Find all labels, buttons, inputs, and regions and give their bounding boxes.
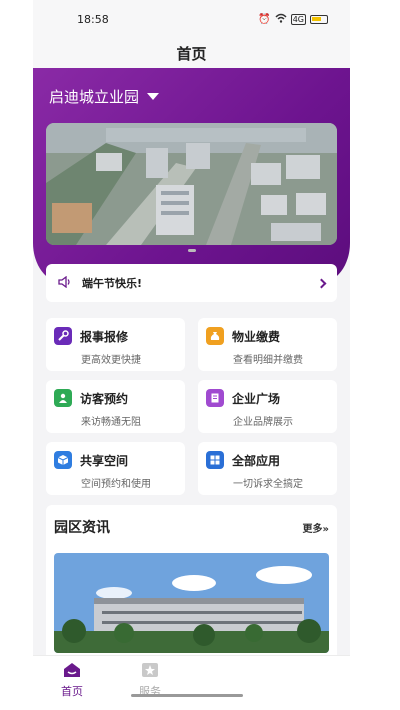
money-bag-icon bbox=[206, 327, 224, 345]
dropdown-triangle-icon[interactable] bbox=[147, 93, 160, 100]
tab-home[interactable]: 首页 bbox=[33, 656, 111, 710]
more-link[interactable]: 更多» bbox=[303, 520, 329, 535]
news-title: 园区资讯 bbox=[54, 520, 110, 536]
service-card-enterprise[interactable]: 企业广场 企业品牌展示 bbox=[198, 380, 337, 433]
service-grid: 报事报修 更高效更快捷 物业缴费 查看明细并缴费 访客预约 来访畅通无阻 企业广… bbox=[46, 318, 337, 495]
banner-pager bbox=[188, 249, 196, 252]
alarm-icon: ⏰ bbox=[258, 13, 271, 25]
status-time: 18:58 bbox=[77, 12, 109, 26]
star-icon bbox=[141, 662, 159, 681]
wifi-icon bbox=[275, 13, 287, 26]
visitor-icon bbox=[54, 389, 72, 407]
hero-section: 启迪城立业园 bbox=[33, 68, 350, 283]
notice-text: 端午节快乐! bbox=[82, 277, 143, 290]
service-card-fees[interactable]: 物业缴费 查看明细并缴费 bbox=[198, 318, 337, 371]
home-indicator bbox=[131, 694, 243, 697]
building-icon bbox=[206, 389, 224, 407]
service-title: 企业广场 bbox=[232, 391, 281, 406]
status-bar: 18:58 ⏰ 4G bbox=[33, 0, 350, 38]
news-section: 园区资讯 更多» bbox=[46, 505, 337, 665]
news-image[interactable] bbox=[54, 553, 329, 653]
notice-bar[interactable]: 端午节快乐! bbox=[46, 264, 337, 302]
service-card-visitor[interactable]: 访客预约 来访畅通无阻 bbox=[46, 380, 185, 433]
service-subtitle: 查看明细并缴费 bbox=[233, 355, 303, 366]
service-title: 报事报修 bbox=[80, 329, 129, 344]
speaker-icon bbox=[58, 275, 72, 291]
service-subtitle: 来访畅通无阻 bbox=[81, 417, 141, 428]
service-title: 物业缴费 bbox=[232, 329, 281, 344]
park-name: 启迪城立业园 bbox=[49, 88, 140, 106]
network-label: 4G bbox=[290, 13, 306, 25]
service-subtitle: 企业品牌展示 bbox=[233, 417, 293, 428]
home-icon bbox=[63, 662, 81, 681]
park-selector[interactable]: 启迪城立业园 bbox=[49, 86, 160, 107]
service-subtitle: 空间预约和使用 bbox=[81, 479, 151, 490]
service-card-repair[interactable]: 报事报修 更高效更快捷 bbox=[46, 318, 185, 371]
service-card-space[interactable]: 共享空间 空间预约和使用 bbox=[46, 442, 185, 495]
grid-icon bbox=[206, 451, 224, 469]
tab-bar: 首页 服务 bbox=[33, 655, 350, 710]
service-subtitle: 更高效更快捷 bbox=[81, 355, 141, 366]
battery-icon bbox=[310, 14, 328, 24]
cube-icon bbox=[54, 451, 72, 469]
tab-label: 首页 bbox=[61, 685, 83, 698]
tab-services[interactable]: 服务 bbox=[111, 656, 189, 710]
page-title: 首页 bbox=[33, 38, 350, 68]
service-title: 共享空间 bbox=[80, 453, 129, 468]
phone-screen: 18:58 ⏰ 4G 首页 启迪城立业园 端午节快乐! 报事报修 更高效更快捷 … bbox=[33, 0, 350, 710]
service-card-all-apps[interactable]: 全部应用 一切诉求全搞定 bbox=[198, 442, 337, 495]
service-subtitle: 一切诉求全搞定 bbox=[233, 479, 303, 490]
service-title: 访客预约 bbox=[80, 391, 129, 406]
status-icons: ⏰ 4G bbox=[258, 13, 328, 26]
wrench-icon bbox=[54, 327, 72, 345]
chevron-right-icon[interactable] bbox=[316, 278, 327, 288]
service-title: 全部应用 bbox=[232, 453, 281, 468]
banner-image[interactable] bbox=[46, 123, 337, 245]
